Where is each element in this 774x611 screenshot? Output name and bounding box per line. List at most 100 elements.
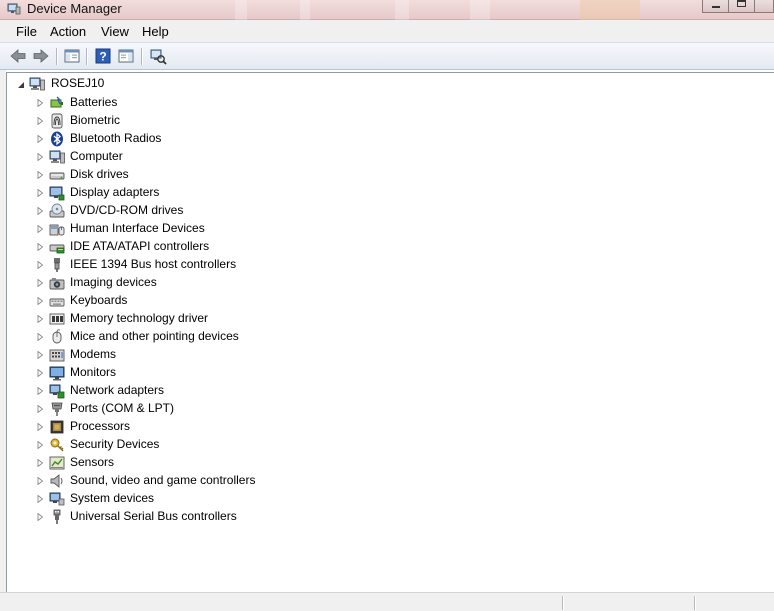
tree-item-memory-technology-driver[interactable]: Memory technology driver xyxy=(7,310,407,328)
menu-help[interactable]: Help xyxy=(142,23,169,40)
expand-triangle-icon[interactable] xyxy=(36,459,44,467)
menu-view[interactable]: View xyxy=(101,23,129,40)
help-icon[interactable]: ? xyxy=(94,47,112,65)
menu-file[interactable]: File xyxy=(16,23,37,40)
expand-triangle-icon[interactable] xyxy=(36,423,44,431)
hid-icon xyxy=(49,224,65,236)
tree-item-processors[interactable]: Processors xyxy=(7,418,407,436)
expand-triangle-icon[interactable] xyxy=(36,315,44,323)
tree-item-sound-video-and-game-controllers[interactable]: Sound, video and game controllers xyxy=(7,472,407,490)
tree-item-computer[interactable]: Computer xyxy=(7,148,407,166)
fingerprint-icon xyxy=(51,113,63,129)
expand-triangle-icon[interactable] xyxy=(36,261,44,269)
collapse-triangle-icon[interactable] xyxy=(17,81,25,89)
close-button[interactable] xyxy=(754,0,774,13)
menu-action[interactable]: Action xyxy=(50,23,86,40)
port-icon xyxy=(51,402,63,416)
tree-item-ports-com-lpt[interactable]: Ports (COM & LPT) xyxy=(7,400,407,418)
expand-triangle-icon[interactable] xyxy=(36,99,44,107)
expand-triangle-icon[interactable] xyxy=(36,225,44,233)
tree-item-mice-and-other-pointing-devices[interactable]: Mice and other pointing devices xyxy=(7,328,407,346)
device-tree[interactable]: ROSEJ10 Batteries Biometric Bluetooth Radi… xyxy=(6,72,774,592)
display-adapter-icon xyxy=(49,186,65,201)
tree-item-label: Disk drives xyxy=(70,167,129,181)
tree-item-label: Human Interface Devices xyxy=(70,221,205,235)
expand-triangle-icon[interactable] xyxy=(36,153,44,161)
tree-item-ide-ata-atapi-controllers[interactable]: IDE ATA/ATAPI controllers xyxy=(7,238,407,256)
tree-item-label: Sound, video and game controllers xyxy=(70,473,256,487)
firewire-icon xyxy=(54,258,60,272)
computer-icon xyxy=(29,77,45,91)
tree-item-label: Biometric xyxy=(70,113,121,127)
forward-arrow-icon[interactable] xyxy=(32,47,50,65)
expand-triangle-icon[interactable] xyxy=(36,369,44,377)
tree-item-system-devices[interactable]: System devices xyxy=(7,490,407,508)
tree-item-security-devices[interactable]: Security Devices xyxy=(7,436,407,454)
usb-icon xyxy=(53,509,61,524)
scan-hardware-icon[interactable] xyxy=(149,47,167,65)
properties-pane-icon[interactable] xyxy=(117,47,135,65)
sensor-icon xyxy=(49,456,65,470)
tree-item-batteries[interactable]: Batteries xyxy=(7,94,407,112)
show-hide-console-tree-icon[interactable] xyxy=(63,47,81,65)
expand-triangle-icon[interactable] xyxy=(36,495,44,503)
memory-icon xyxy=(49,313,65,325)
expand-triangle-icon[interactable] xyxy=(36,297,44,305)
tree-item-ieee-1394-bus-host-controllers[interactable]: IEEE 1394 Bus host controllers xyxy=(7,256,407,274)
toolbar: ? xyxy=(0,42,774,70)
tree-item-network-adapters[interactable]: Network adapters xyxy=(7,382,407,400)
keyboard-icon xyxy=(49,298,65,307)
tree-item-sensors[interactable]: Sensors xyxy=(7,454,407,472)
tree-item-modems[interactable]: Modems xyxy=(7,346,407,364)
tree-item-display-adapters[interactable]: Display adapters xyxy=(7,184,407,202)
tree-item-human-interface-devices[interactable]: Human Interface Devices xyxy=(7,220,407,238)
expand-triangle-icon[interactable] xyxy=(36,189,44,197)
device-manager-app-icon xyxy=(7,3,21,15)
dvd-drive-icon xyxy=(49,203,65,218)
expand-triangle-icon[interactable] xyxy=(36,207,44,215)
tree-item-label: Imaging devices xyxy=(70,275,157,289)
expand-triangle-icon[interactable] xyxy=(36,441,44,449)
camera-icon xyxy=(49,278,65,290)
tree-item-label: Bluetooth Radios xyxy=(70,131,162,145)
expand-triangle-icon[interactable] xyxy=(36,405,44,413)
tree-item-label: Sensors xyxy=(70,455,115,469)
maximize-button[interactable] xyxy=(728,0,755,13)
system-device-icon xyxy=(49,492,65,506)
expand-triangle-icon[interactable] xyxy=(36,117,44,125)
tree-item-dvd-cd-rom-drives[interactable]: DVD/CD-ROM drives xyxy=(7,202,407,220)
status-bar xyxy=(0,592,774,611)
expand-triangle-icon[interactable] xyxy=(36,135,44,143)
tree-item-bluetooth-radios[interactable]: Bluetooth Radios xyxy=(7,130,407,148)
tree-item-label: System devices xyxy=(70,491,155,505)
battery-icon xyxy=(50,96,63,108)
expand-triangle-icon[interactable] xyxy=(36,351,44,359)
minimize-button[interactable] xyxy=(702,0,729,13)
expand-triangle-icon[interactable] xyxy=(36,333,44,341)
tree-root[interactable]: ROSEJ10 xyxy=(7,75,307,95)
tree-item-imaging-devices[interactable]: Imaging devices xyxy=(7,274,407,292)
tree-item-label: Monitors xyxy=(70,365,117,379)
back-arrow-icon[interactable] xyxy=(9,47,27,65)
mouse-icon xyxy=(52,329,62,344)
computer-icon xyxy=(49,150,65,164)
expand-triangle-icon[interactable] xyxy=(36,279,44,287)
tree-item-keyboards[interactable]: Keyboards xyxy=(7,292,407,310)
title-bar[interactable]: Device Manager xyxy=(0,0,774,20)
monitor-icon xyxy=(49,366,65,381)
tree-item-biometric[interactable]: Biometric xyxy=(7,112,407,130)
expand-triangle-icon[interactable] xyxy=(36,387,44,395)
expand-triangle-icon[interactable] xyxy=(36,513,44,521)
expand-triangle-icon[interactable] xyxy=(36,477,44,485)
tree-item-label: Security Devices xyxy=(70,437,160,451)
modem-icon xyxy=(49,349,65,362)
expand-triangle-icon[interactable] xyxy=(36,171,44,179)
window-title: Device Manager xyxy=(27,1,122,16)
tree-item-label: Memory technology driver xyxy=(70,311,209,325)
tree-item-label: IEEE 1394 Bus host controllers xyxy=(70,257,237,271)
tree-item-monitors[interactable]: Monitors xyxy=(7,364,407,382)
tree-item-label: Ports (COM & LPT) xyxy=(70,401,175,415)
expand-triangle-icon[interactable] xyxy=(36,243,44,251)
tree-item-universal-serial-bus-controllers[interactable]: Universal Serial Bus controllers xyxy=(7,508,407,526)
tree-item-disk-drives[interactable]: Disk drives xyxy=(7,166,407,184)
